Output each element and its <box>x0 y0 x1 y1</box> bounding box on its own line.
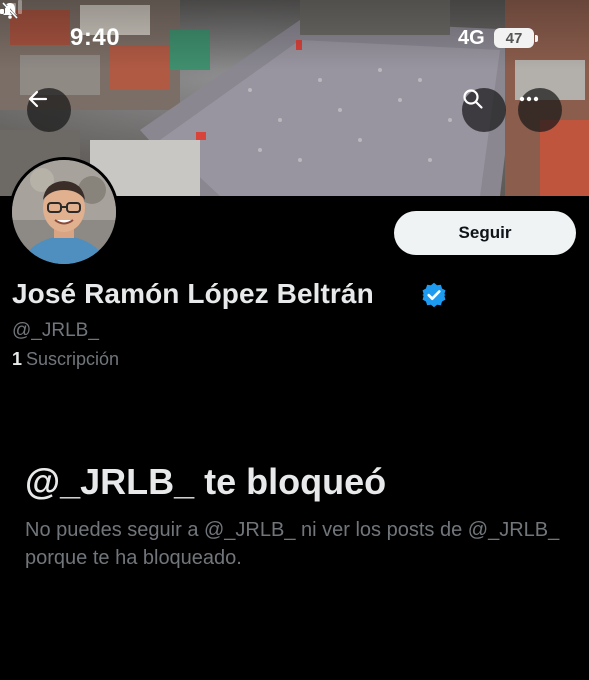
search-button[interactable] <box>462 88 506 132</box>
handle: @_JRLB_ <box>12 320 99 341</box>
arrow-left-icon <box>28 90 48 108</box>
display-name: José Ramón López Beltrán <box>12 278 374 309</box>
avatar[interactable] <box>9 157 119 267</box>
blocked-title: @_JRLB_ te bloqueó <box>25 461 387 502</box>
more-options-button[interactable] <box>518 88 562 132</box>
battery-icon: 47 <box>494 28 538 48</box>
network-type: 4G <box>458 27 485 49</box>
verified-badge-icon[interactable] <box>420 281 448 309</box>
status-time: 9:40 <box>70 24 121 51</box>
blocked-description: No puedes seguir a @_JRLB_ ni ver los po… <box>25 519 560 569</box>
follow-button[interactable]: Seguir <box>394 211 576 255</box>
back-button[interactable] <box>27 88 71 132</box>
avatar-photo <box>12 160 116 264</box>
search-icon <box>463 89 483 109</box>
following-label: Suscripción <box>26 349 120 369</box>
following-link[interactable]: 1 Suscripción <box>12 349 119 370</box>
ellipsis-icon <box>519 96 539 102</box>
following-count: 1 <box>12 349 23 369</box>
signal-icon <box>0 0 22 14</box>
